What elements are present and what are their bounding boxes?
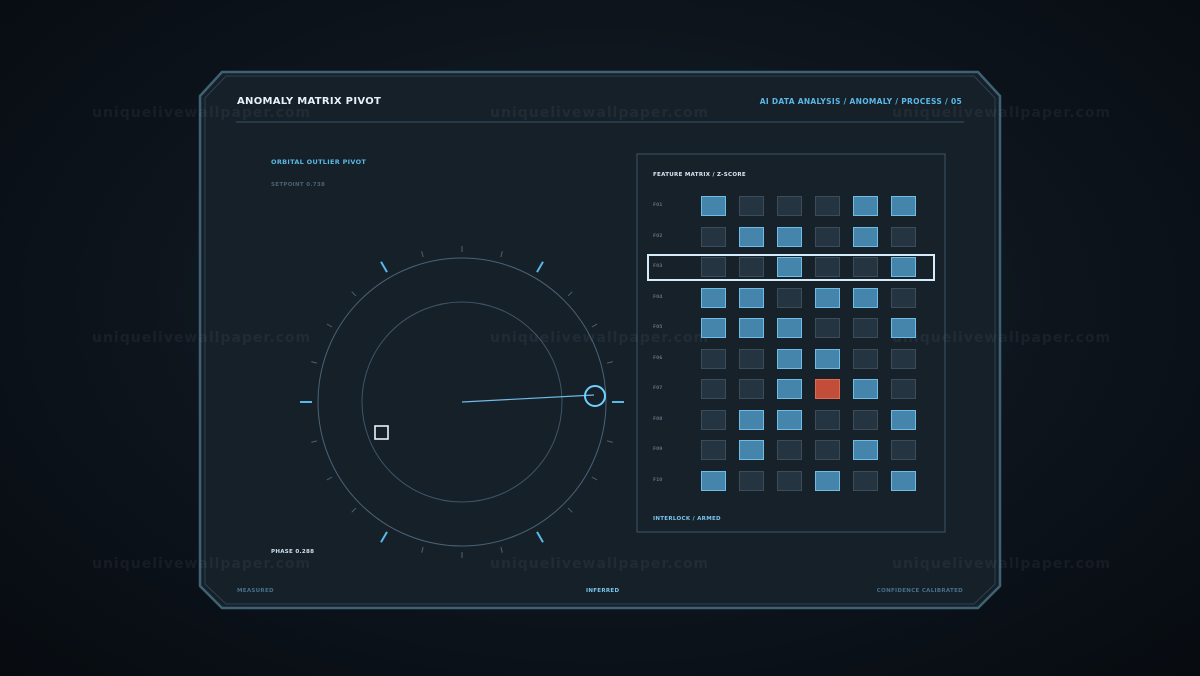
- matrix-cell[interactable]: [891, 318, 916, 338]
- matrix-cell[interactable]: [777, 348, 802, 369]
- matrix-cell[interactable]: [777, 318, 802, 338]
- matrix-cell[interactable]: [815, 348, 840, 369]
- watermark: uniquelivewallpaper.com: [490, 556, 710, 572]
- matrix-cell[interactable]: [739, 226, 764, 247]
- matrix-cell[interactable]: [815, 409, 840, 430]
- watermark: uniquelivewallpaper.com: [490, 330, 710, 346]
- matrix-title: FEATURE MATRIX / Z-SCORE: [653, 172, 746, 178]
- matrix-cell[interactable]: [853, 348, 878, 369]
- matrix-cell[interactable]: [891, 379, 916, 399]
- matrix-cell[interactable]: [891, 409, 916, 430]
- phase-readout: PHASE 0.288: [271, 549, 315, 555]
- matrix-cell[interactable]: [815, 318, 840, 338]
- watermark: uniquelivewallpaper.com: [892, 105, 1112, 121]
- watermark: uniquelivewallpaper.com: [490, 105, 710, 121]
- matrix-cell[interactable]: [891, 470, 916, 491]
- matrix-row-label: F06: [653, 355, 663, 361]
- matrix-cell[interactable]: [701, 440, 726, 460]
- matrix-cell[interactable]: [701, 226, 726, 247]
- matrix-row-label: F01: [653, 203, 663, 208]
- matrix-cell[interactable]: [853, 226, 878, 247]
- matrix-cell[interactable]: [853, 409, 878, 430]
- watermark: uniquelivewallpaper.com: [892, 330, 1112, 346]
- matrix-row-label: F05: [653, 325, 663, 330]
- matrix-cell[interactable]: [853, 196, 878, 216]
- matrix-cell[interactable]: [739, 196, 764, 216]
- matrix-cell[interactable]: [853, 440, 878, 460]
- matrix-cell[interactable]: [739, 318, 764, 338]
- watermark: uniquelivewallpaper.com: [92, 330, 312, 346]
- interlock-status: INTERLOCK / ARMED: [653, 516, 721, 522]
- matrix-row-label: F04: [653, 294, 663, 300]
- setpoint-readout: SETPOINT 0.738: [271, 182, 326, 188]
- matrix-cell[interactable]: [891, 440, 916, 460]
- footer-inferred: INFERRED: [586, 588, 620, 594]
- footer-measured: MEASURED: [237, 588, 274, 594]
- footer-confidence: CONFIDENCE CALIBRATED: [876, 588, 963, 594]
- selected-row-highlight: [647, 253, 935, 281]
- matrix-cell[interactable]: [815, 470, 840, 491]
- page-title: ANOMALY MATRIX PIVOT: [237, 96, 382, 107]
- watermark: uniquelivewallpaper.com: [92, 556, 312, 572]
- matrix-cell-anomaly[interactable]: [815, 379, 840, 399]
- matrix-cell[interactable]: [891, 348, 916, 369]
- matrix-cell[interactable]: [739, 409, 764, 430]
- matrix-cell[interactable]: [701, 409, 726, 430]
- matrix-cell[interactable]: [777, 196, 802, 216]
- matrix-cell[interactable]: [777, 287, 802, 308]
- matrix-cell[interactable]: [853, 287, 878, 308]
- matrix-row-label: F02: [653, 233, 663, 239]
- matrix-cell[interactable]: [815, 226, 840, 247]
- watermark: uniquelivewallpaper.com: [92, 105, 312, 121]
- matrix-cell[interactable]: [739, 470, 764, 491]
- matrix-cell[interactable]: [891, 226, 916, 247]
- matrix-cell[interactable]: [891, 196, 916, 216]
- matrix-cell[interactable]: [815, 196, 840, 216]
- matrix-cell[interactable]: [815, 287, 840, 308]
- matrix-cell[interactable]: [739, 440, 764, 460]
- matrix-cell[interactable]: [701, 287, 726, 308]
- matrix-cell[interactable]: [739, 379, 764, 399]
- matrix-row-label: F10: [653, 477, 663, 483]
- matrix-cell[interactable]: [739, 348, 764, 369]
- matrix-cell[interactable]: [853, 318, 878, 338]
- matrix-cell[interactable]: [777, 440, 802, 460]
- watermark: uniquelivewallpaper.com: [892, 556, 1112, 572]
- matrix-cell[interactable]: [701, 196, 726, 216]
- matrix-cell[interactable]: [891, 287, 916, 308]
- matrix-cell[interactable]: [739, 287, 764, 308]
- matrix-cell[interactable]: [701, 470, 726, 491]
- matrix-row-label: F07: [653, 386, 663, 391]
- matrix-row-label: F08: [653, 416, 663, 422]
- matrix-cell[interactable]: [853, 470, 878, 491]
- matrix-row-label: F09: [653, 447, 663, 452]
- matrix-cell[interactable]: [701, 318, 726, 338]
- matrix-cell[interactable]: [777, 226, 802, 247]
- matrix-cell[interactable]: [777, 409, 802, 430]
- matrix-cell[interactable]: [701, 379, 726, 399]
- breadcrumb: AI DATA ANALYSIS / ANOMALY / PROCESS / 0…: [759, 97, 962, 106]
- matrix-cell[interactable]: [777, 379, 802, 399]
- matrix-cell[interactable]: [815, 440, 840, 460]
- section-title: ORBITAL OUTLIER PIVOT: [271, 158, 367, 166]
- matrix-cell[interactable]: [701, 348, 726, 369]
- matrix-cell[interactable]: [853, 379, 878, 399]
- matrix-cell[interactable]: [777, 470, 802, 491]
